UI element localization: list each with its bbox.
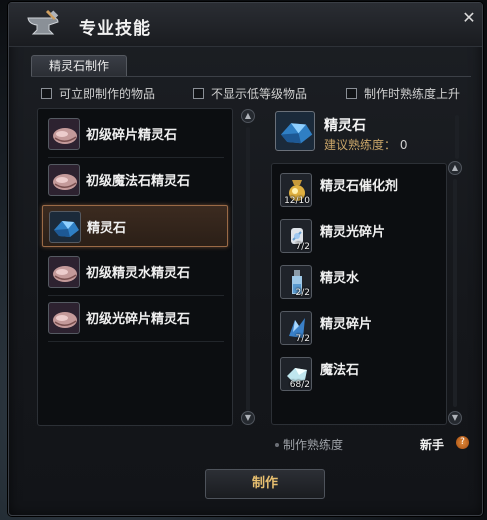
recipe-label: 初级光碎片精灵石 xyxy=(86,312,191,327)
proficiency-footer-label: 制作熟练度 xyxy=(283,438,344,452)
tab-spirit-stone-crafting[interactable]: 精灵石制作 xyxy=(31,55,127,77)
title-bar[interactable]: 专业技能 ✕ xyxy=(9,3,482,47)
material-item[interactable]: 68/2 魔法石 xyxy=(276,352,442,396)
detail-item-name: 精灵石 xyxy=(324,118,366,134)
recipe-list: 初级碎片精灵石 初级魔法石精灵石 精灵石 初级精灵水精灵石 初级光碎片精灵石 xyxy=(37,108,233,426)
proficiency-value: 0 xyxy=(399,138,408,152)
checkbox[interactable] xyxy=(193,88,204,99)
spirit-shard-icon: 7/2 xyxy=(280,311,312,345)
help-icon[interactable]: ? xyxy=(456,436,469,449)
recipe-item[interactable]: 初级魔法石精灵石 xyxy=(42,159,228,201)
close-button[interactable]: ✕ xyxy=(460,9,478,27)
divider xyxy=(48,295,224,296)
anvil-icon xyxy=(27,9,59,35)
material-label: 精灵光碎片 xyxy=(320,225,386,240)
scroll-down-button[interactable]: ▼ xyxy=(448,411,462,425)
divider xyxy=(48,341,224,342)
materials-list: 12/10 精灵石催化剂 7/2 精灵光碎片 2/2 精灵水 7/2 精灵碎片 xyxy=(271,163,447,425)
filter-label: 不显示低等级物品 xyxy=(211,87,308,101)
profession-window: 专业技能 ✕ 精灵石制作 可立即制作的物品 不显示低等级物品 制作时熟练度上升 … xyxy=(8,2,483,516)
material-label: 精灵水 xyxy=(320,271,360,286)
filter-proficiency-rise[interactable]: 制作时熟练度上升 xyxy=(346,85,460,102)
filter-craftable[interactable]: 可立即制作的物品 xyxy=(41,85,155,102)
material-qty: 68/2 xyxy=(289,380,310,390)
material-item[interactable]: 7/2 精灵光碎片 xyxy=(276,214,442,258)
filter-label: 可立即制作的物品 xyxy=(59,87,156,101)
recipe-label: 初级精灵水精灵石 xyxy=(86,266,191,281)
material-qty: 7/2 xyxy=(295,334,310,344)
gem-blue-icon xyxy=(49,211,81,243)
scrollbar-track[interactable] xyxy=(453,179,457,407)
material-item[interactable]: 12/10 精灵石催化剂 xyxy=(276,168,442,212)
crafting-proficiency: 制作熟练度 xyxy=(275,436,343,453)
scroll-up-button[interactable]: ▲ xyxy=(448,161,462,175)
recipe-item-selected[interactable]: 精灵石 xyxy=(42,205,228,247)
recipe-item[interactable]: 初级光碎片精灵石 xyxy=(42,297,228,339)
material-item[interactable]: 2/2 精灵水 xyxy=(276,260,442,304)
checkbox[interactable] xyxy=(41,88,52,99)
recipe-item[interactable]: 初级碎片精灵石 xyxy=(42,113,228,155)
scrollbar-track[interactable] xyxy=(246,127,250,411)
filter-label: 制作时熟练度上升 xyxy=(364,87,461,101)
recipe-label: 精灵石 xyxy=(87,221,127,236)
material-qty: 12/10 xyxy=(284,196,310,206)
material-qty: 7/2 xyxy=(295,242,310,252)
light-shard-icon: 7/2 xyxy=(280,219,312,253)
magic-stone-icon: 68/2 xyxy=(280,357,312,391)
checkbox[interactable] xyxy=(346,88,357,99)
divider xyxy=(48,157,224,158)
window-title: 专业技能 xyxy=(79,19,151,39)
recipe-label: 初级魔法石精灵石 xyxy=(86,174,191,189)
material-label: 精灵石催化剂 xyxy=(320,179,399,194)
recipe-label: 初级碎片精灵石 xyxy=(86,128,178,143)
recommended-proficiency: 建议熟练度： 0 xyxy=(324,136,407,153)
tab-underline xyxy=(31,76,471,77)
material-qty: 2/2 xyxy=(295,288,310,298)
material-label: 精灵碎片 xyxy=(320,317,373,332)
gem-pink-icon xyxy=(48,302,80,334)
gem-blue-icon xyxy=(275,111,315,151)
gem-pink-icon xyxy=(48,164,80,196)
detail-scrollbar-track[interactable] xyxy=(455,115,459,159)
scroll-up-button[interactable]: ▲ xyxy=(241,109,255,123)
gem-pink-icon xyxy=(48,256,80,288)
craft-button[interactable]: 制作 xyxy=(205,469,325,499)
proficiency-rank: 新手 xyxy=(420,438,445,452)
material-label: 魔法石 xyxy=(320,363,360,378)
material-item[interactable]: 7/2 精灵碎片 xyxy=(276,306,442,350)
gem-pink-icon xyxy=(48,118,80,150)
proficiency-label: 建议熟练度： xyxy=(324,138,397,152)
filter-hide-low-level[interactable]: 不显示低等级物品 xyxy=(193,85,307,102)
spirit-water-icon: 2/2 xyxy=(280,265,312,299)
catalyst-icon: 12/10 xyxy=(280,173,312,207)
bullet-icon xyxy=(275,442,279,447)
recipe-item[interactable]: 初级精灵水精灵石 xyxy=(42,251,228,293)
scroll-down-button[interactable]: ▼ xyxy=(241,411,255,425)
